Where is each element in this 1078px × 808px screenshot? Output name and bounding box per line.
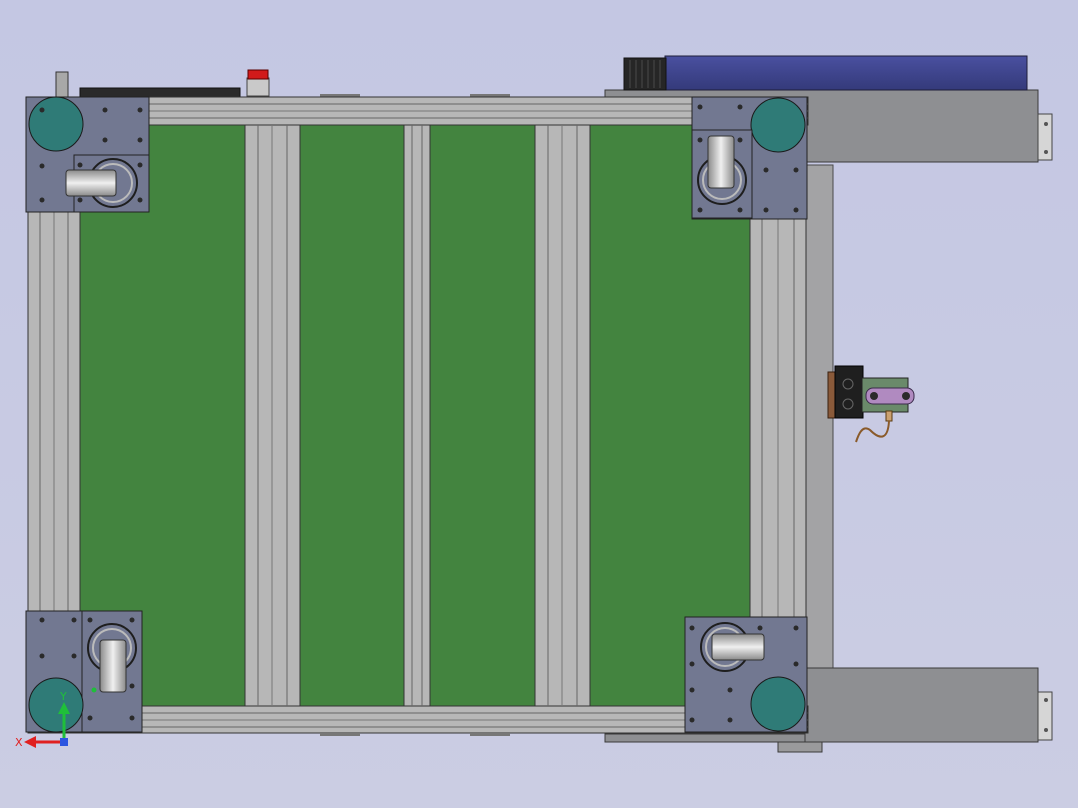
caster-wheel-icon [691,96,808,220]
caster-wheel-icon [25,610,143,733]
cad-viewport[interactable]: Y X [0,0,1078,808]
motor-cover [664,55,1028,91]
triad-x-label: X [15,736,23,749]
panel-2 [299,124,405,708]
cross-member-1 [244,124,301,707]
triad-y-label: Y [59,690,67,703]
cross-member-3 [534,124,591,707]
status-light-icon [246,69,270,97]
panel-3 [429,124,536,708]
caster-wheel-bottom-left [28,677,84,733]
cross-member-2 [403,124,431,707]
caster-wheel-icon [684,616,808,733]
caster-wheel-icon [25,96,150,213]
caster-wheel-top-left [28,96,84,152]
caster-wheel-bottom-right [750,676,806,732]
caster-wheel-top-right [750,97,806,153]
bottom-gearbox-housing [804,667,1039,743]
drive-motor [623,55,1028,91]
